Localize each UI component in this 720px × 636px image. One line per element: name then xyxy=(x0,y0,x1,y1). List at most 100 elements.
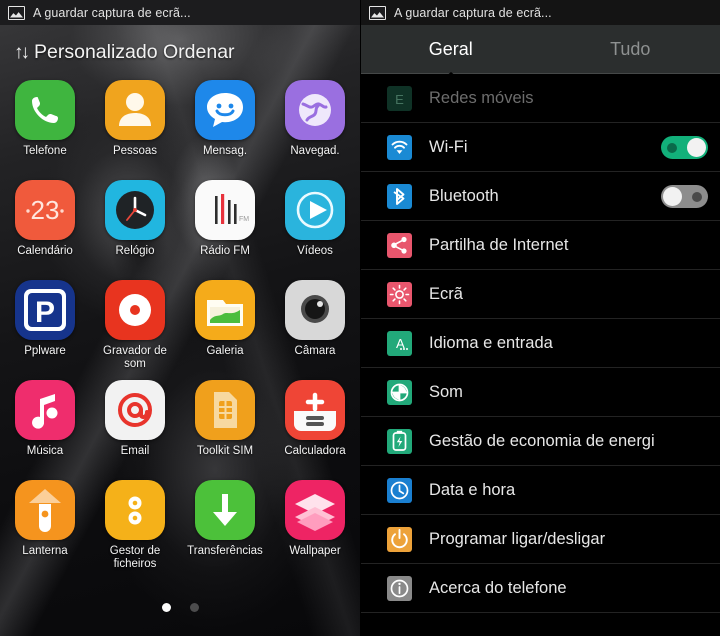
settings-row-label: Som xyxy=(429,382,463,401)
app-label: Email xyxy=(120,445,150,457)
image-icon xyxy=(369,5,386,20)
settings-row-redes-m-veis: E Redes móveis xyxy=(361,74,720,123)
svg-text:E: E xyxy=(395,92,404,107)
app-label: Navegad. xyxy=(290,145,340,157)
messaging-icon xyxy=(195,80,255,140)
app-grid: Telefone Pessoas Mensag. Navegad. 23 Calendár… xyxy=(0,74,360,576)
app-icon-gravador-de-som[interactable]: Gravador de som xyxy=(90,276,180,376)
app-icon-telefone[interactable]: Telefone xyxy=(0,76,90,176)
tab-tudo-label: Tudo xyxy=(610,38,651,59)
video-play-icon xyxy=(285,180,345,240)
app-label: Rádio FM xyxy=(200,245,250,257)
settings-row-label: Programar ligar/desligar xyxy=(429,529,606,548)
app-label: Calculadora xyxy=(284,445,346,457)
home-status-bar: A guardar captura de ecrã... xyxy=(0,0,360,25)
settings-row-acerca-do-telefone[interactable]: Acerca do telefone xyxy=(361,564,720,613)
app-icon-mensag[interactable]: Mensag. xyxy=(180,76,270,176)
email-at-icon xyxy=(105,380,165,440)
settings-row-partilha-de-internet[interactable]: Partilha de Internet xyxy=(361,221,720,270)
toggle-knob xyxy=(663,186,682,206)
app-icon-v-deos[interactable]: Vídeos xyxy=(270,176,360,276)
page-dot-1[interactable] xyxy=(161,603,171,612)
about-info-icon xyxy=(387,575,412,601)
settings-row-ecr[interactable]: Ecrã xyxy=(361,270,720,319)
app-icon-calend-rio[interactable]: 23 Calendário xyxy=(0,176,90,276)
date-time-clock-icon xyxy=(387,477,412,503)
sound-recorder-icon xyxy=(105,280,165,340)
app-label: Lanterna xyxy=(22,545,68,557)
app-icon-toolkit-sim[interactable]: Toolkit SIM xyxy=(180,376,270,476)
display-brightness-icon xyxy=(387,281,412,307)
app-label: Toolkit SIM xyxy=(196,445,254,457)
page-indicator xyxy=(0,603,360,612)
app-icon-rel-gio[interactable]: Relógio xyxy=(90,176,180,276)
home-screen-panel: A guardar captura de ecrã... ↑↓ Personal… xyxy=(0,0,360,636)
music-note-icon xyxy=(15,380,75,440)
settings-status-bar: A guardar captura de ecrã... xyxy=(361,0,720,25)
app-icon-gestor-de-ficheiros[interactable]: Gestor de ficheiros xyxy=(90,476,180,576)
settings-status-text: A guardar captura de ecrã... xyxy=(394,5,552,20)
wifi-icon xyxy=(387,134,412,160)
svg-text:FM: FM xyxy=(239,216,249,223)
gallery-icon xyxy=(195,280,255,340)
tab-tudo[interactable]: Tudo xyxy=(541,25,720,73)
settings-row-bluetooth[interactable]: Bluetooth xyxy=(361,172,720,221)
settings-list: E Redes móveis Wi-Fi Bluetooth Partilha de I… xyxy=(361,74,720,636)
app-icon-pessoas[interactable]: Pessoas xyxy=(90,76,180,176)
app-icon-m-sica[interactable]: Música xyxy=(0,376,90,476)
sort-updown-icon[interactable]: ↑↓ xyxy=(14,43,30,62)
mobile-network-e-icon: E xyxy=(387,85,412,111)
tab-geral-label: Geral xyxy=(428,38,473,59)
settings-row-label: Data e hora xyxy=(429,480,516,499)
toggle-bluetooth[interactable] xyxy=(661,184,708,208)
page-dot-2[interactable] xyxy=(189,603,199,612)
svg-text:P: P xyxy=(35,296,55,329)
file-manager-icon xyxy=(105,480,165,540)
app-label: Gravador de som xyxy=(103,345,167,370)
settings-row-label: Redes móveis xyxy=(429,88,534,107)
app-label: Vídeos xyxy=(297,245,333,257)
app-icon-lanterna[interactable]: Lanterna xyxy=(0,476,90,576)
settings-row-idioma-e-entrada[interactable]: A Idioma e entrada xyxy=(361,319,720,368)
app-icon-pplware[interactable]: P Pplware xyxy=(0,276,90,376)
app-label: Transferências xyxy=(187,545,263,557)
app-icon-calculadora[interactable]: Calculadora xyxy=(270,376,360,476)
app-icon-c-mara[interactable]: Câmara xyxy=(270,276,360,376)
settings-row-som[interactable]: Som xyxy=(361,368,720,417)
tethering-share-icon xyxy=(387,232,412,258)
contacts-icon xyxy=(105,80,165,140)
settings-row-label: Acerca do telefone xyxy=(429,578,567,597)
toggle-knob xyxy=(687,137,706,157)
app-icon-email[interactable]: Email xyxy=(90,376,180,476)
home-header: ↑↓ Personalizado Ordenar xyxy=(0,25,360,74)
clock-icon xyxy=(105,180,165,240)
sound-icon xyxy=(387,379,412,405)
app-icon-r-dio-fm[interactable]: FM Rádio FM xyxy=(180,176,270,276)
app-label: Câmara xyxy=(294,345,336,357)
tab-geral[interactable]: Geral xyxy=(361,25,541,73)
settings-row-gest-o-de-economia-de-energi[interactable]: Gestão de economia de energi xyxy=(361,417,720,466)
radio-fm-icon: FM xyxy=(195,180,255,240)
toggle-pip xyxy=(667,142,677,153)
settings-row-data-e-hora[interactable]: Data e hora xyxy=(361,466,720,515)
camera-icon xyxy=(285,280,345,340)
app-icon-navegad[interactable]: Navegad. xyxy=(270,76,360,176)
wallpaper-layers-icon xyxy=(285,480,345,540)
image-icon xyxy=(8,5,25,20)
calendar-icon: 23 xyxy=(15,180,75,240)
settings-row-wi-fi[interactable]: Wi-Fi xyxy=(361,123,720,172)
sim-card-icon xyxy=(195,380,255,440)
page-title: Personalizado Ordenar xyxy=(34,41,235,63)
settings-panel: A guardar captura de ecrã... Geral Tudo … xyxy=(360,0,720,636)
toggle-wi-fi[interactable] xyxy=(661,135,708,159)
browser-globe-icon xyxy=(285,80,345,140)
app-label: Gestor de ficheiros xyxy=(109,545,161,570)
pplware-p-icon: P xyxy=(15,280,75,340)
settings-row-programar-ligar-desligar[interactable]: Programar ligar/desligar xyxy=(361,515,720,564)
app-icon-wallpaper[interactable]: Wallpaper xyxy=(270,476,360,576)
app-icon-galeria[interactable]: Galeria xyxy=(180,276,270,376)
language-input-icon: A xyxy=(387,330,412,356)
app-label: Calendário xyxy=(17,245,73,257)
app-icon-transfer-ncias[interactable]: Transferências xyxy=(180,476,270,576)
settings-row-label: Ecrã xyxy=(429,284,463,303)
